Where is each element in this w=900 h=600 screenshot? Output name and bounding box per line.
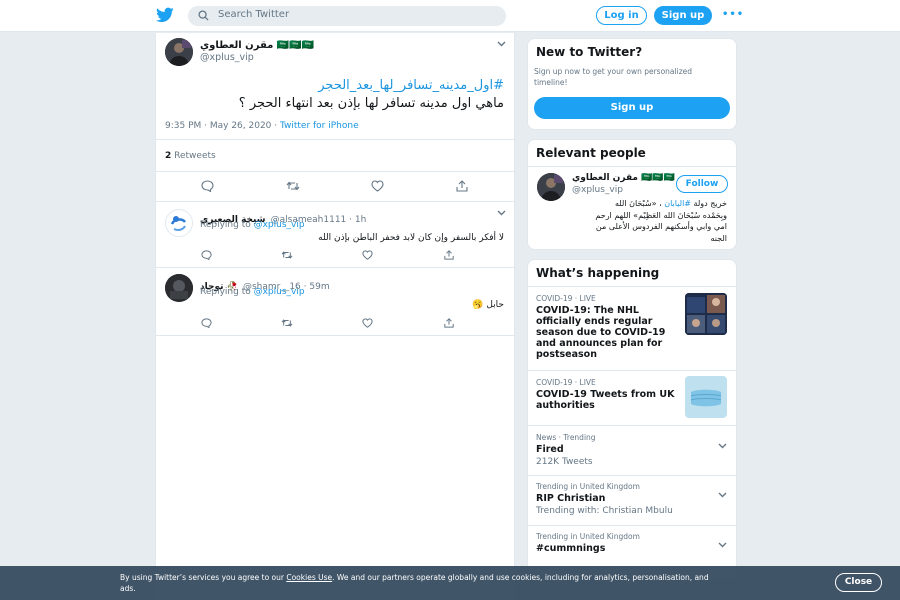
follow-button[interactable]: Follow (676, 175, 728, 193)
relevant-person-bio: خريج دولة #اليابان ، «سُبْحَانَ الله وبِ… (557, 198, 727, 244)
trend-item[interactable]: News · Trending Fired 212K Tweets (528, 426, 736, 475)
trend-title: Fired (536, 444, 564, 455)
trend-thumbnail (685, 293, 727, 335)
bio-line-3: امي وابي وأسكنهم الفردوس الأعلى من (595, 222, 727, 231)
retweet-icon[interactable] (281, 318, 293, 328)
chevron-down-icon[interactable] (718, 533, 727, 552)
chevron-down-icon[interactable] (497, 40, 506, 50)
share-icon[interactable] (444, 318, 454, 328)
tweet-text: ماهي اول مدينه تسافر لها بإذن بعد انتهاء… (238, 96, 504, 111)
search-placeholder: Search Twitter (218, 9, 290, 20)
trend-title: COVID-19: The NHL officially ends regula… (536, 305, 666, 360)
reply-icon[interactable] (201, 250, 212, 260)
replying-prefix: Replying to (200, 287, 254, 297)
tweet-hashtag[interactable]: #اول_مدينه_تسافر_لها_بعد_الحجر (318, 78, 504, 93)
retweet-icon[interactable] (286, 180, 300, 192)
twitter-bird-icon[interactable] (156, 7, 174, 23)
cookie-text: By using Twitter’s services you agree to… (120, 573, 709, 593)
new-to-twitter-card: New to Twitter? Sign up now to get your … (527, 38, 737, 130)
signup-button[interactable]: Sign up (654, 6, 712, 25)
reply-text: حابل 🥱 (472, 300, 504, 310)
author-name[interactable]: مقرن العطاوي 🇸🇦🇸🇦🇸🇦 (200, 40, 314, 51)
trend-subtitle: Trending with: Christian Mbulu (536, 506, 673, 516)
trend-item[interactable]: Trending in United Kingdom #cummnings (528, 526, 736, 566)
share-icon[interactable] (444, 250, 454, 260)
reply-avatar[interactable] (165, 209, 193, 237)
relevant-people-card: Relevant people مقرن العطاوي 🇸🇦🇸🇦🇸🇦 @xpl… (527, 139, 737, 250)
replying-to-handle[interactable]: @xplus_vip (254, 287, 305, 297)
bio-line-4: الجنه (710, 233, 727, 243)
cookies-use-link[interactable]: Cookies Use (286, 573, 332, 582)
author-handle[interactable]: @xplus_vip (200, 52, 254, 63)
whats-happening-card: What’s happening COVID-19 · LIVE COVID-1… (527, 259, 737, 579)
replying-to-handle[interactable]: @xplus_vip (254, 220, 305, 230)
trend-title: #cummnings (536, 543, 606, 554)
relevant-people-title: Relevant people (536, 146, 646, 160)
bio-line-1: خريج دولة #اليابان ، «سُبْحَانَ الله (614, 199, 727, 208)
chevron-down-icon[interactable] (718, 434, 727, 453)
trend-item[interactable]: COVID-19 · LIVE COVID-19: The NHL offici… (528, 287, 736, 370)
chevron-down-icon[interactable] (497, 209, 506, 219)
search-input[interactable]: Search Twitter (188, 6, 506, 26)
login-button[interactable]: Log in (596, 6, 647, 25)
trend-title: COVID-19 Tweets from UK authorities (536, 389, 675, 411)
relevant-person-handle[interactable]: @xplus_vip (572, 185, 623, 195)
cookie-banner: By using Twitter’s services you agree to… (0, 566, 900, 600)
trend-subtitle: 212K Tweets (536, 457, 593, 467)
close-cookie-button[interactable]: Close (835, 573, 882, 592)
trend-item[interactable]: COVID-19 · LIVE COVID-19 Tweets from UK … (528, 371, 736, 425)
like-icon[interactable] (362, 318, 373, 328)
author-avatar[interactable] (165, 38, 193, 66)
trend-title: RIP Christian (536, 493, 606, 504)
bio-line-2: وبِحَمْده سُبْحَانَ الله العَظِيْم» الله… (595, 210, 727, 220)
tweet-source[interactable]: Twitter for iPhone (280, 121, 359, 131)
trend-item[interactable]: Trending in United Kingdom RIP Christian… (528, 476, 736, 525)
top-navigation-bar: Search Twitter Log in Sign up ••• (0, 0, 900, 32)
reply-avatar[interactable] (165, 274, 193, 302)
sidebar-signup-button[interactable]: Sign up (534, 97, 730, 119)
more-options-icon[interactable]: ••• (722, 9, 744, 20)
like-icon[interactable] (371, 180, 384, 192)
reply-icon[interactable] (201, 318, 212, 328)
replying-to: Replying to @xplus_vip (200, 287, 305, 297)
new-to-twitter-title: New to Twitter? (536, 45, 643, 59)
replying-prefix: Replying to (200, 220, 254, 230)
retweet-icon[interactable] (281, 250, 293, 260)
retweet-stats[interactable]: 2 Retweets (165, 151, 216, 161)
retweet-count: 2 (165, 151, 172, 161)
relevant-person-name[interactable]: مقرن العطاوي 🇸🇦🇸🇦🇸🇦 (572, 173, 675, 183)
retweet-label: Retweets (174, 151, 216, 161)
trend-meta: News · Trending (536, 433, 596, 442)
trend-meta: Trending in United Kingdom (536, 482, 640, 491)
tweet-timestamp: 9:35 PM · May 26, 2020 · Twitter for iPh… (165, 121, 359, 131)
whats-happening-title: What’s happening (536, 266, 660, 280)
new-to-twitter-text: Sign up now to get your own personalized… (534, 67, 693, 87)
relevant-person-avatar[interactable] (537, 173, 565, 201)
chevron-down-icon[interactable] (718, 483, 727, 502)
reply-icon[interactable] (201, 180, 214, 192)
trend-meta: COVID-19 · LIVE (536, 294, 596, 303)
share-icon[interactable] (456, 180, 468, 192)
trend-thumbnail (685, 376, 727, 418)
tweet-time[interactable]: 9:35 PM · May 26, 2020 · (165, 121, 280, 131)
search-icon (198, 10, 209, 21)
like-icon[interactable] (362, 250, 373, 260)
trend-meta: COVID-19 · LIVE (536, 378, 596, 387)
replying-to: Replying to @xplus_vip (200, 220, 305, 230)
bio-hashtag[interactable]: #اليابان (664, 199, 691, 208)
reply-text: لا أفكر بالسفر وإن كان لابد فحفر الباطن … (318, 233, 504, 243)
tweet-thread: مقرن العطاوي 🇸🇦🇸🇦🇸🇦 @xplus_vip #اول_مدين… (155, 33, 515, 600)
trend-meta: Trending in United Kingdom (536, 532, 640, 541)
